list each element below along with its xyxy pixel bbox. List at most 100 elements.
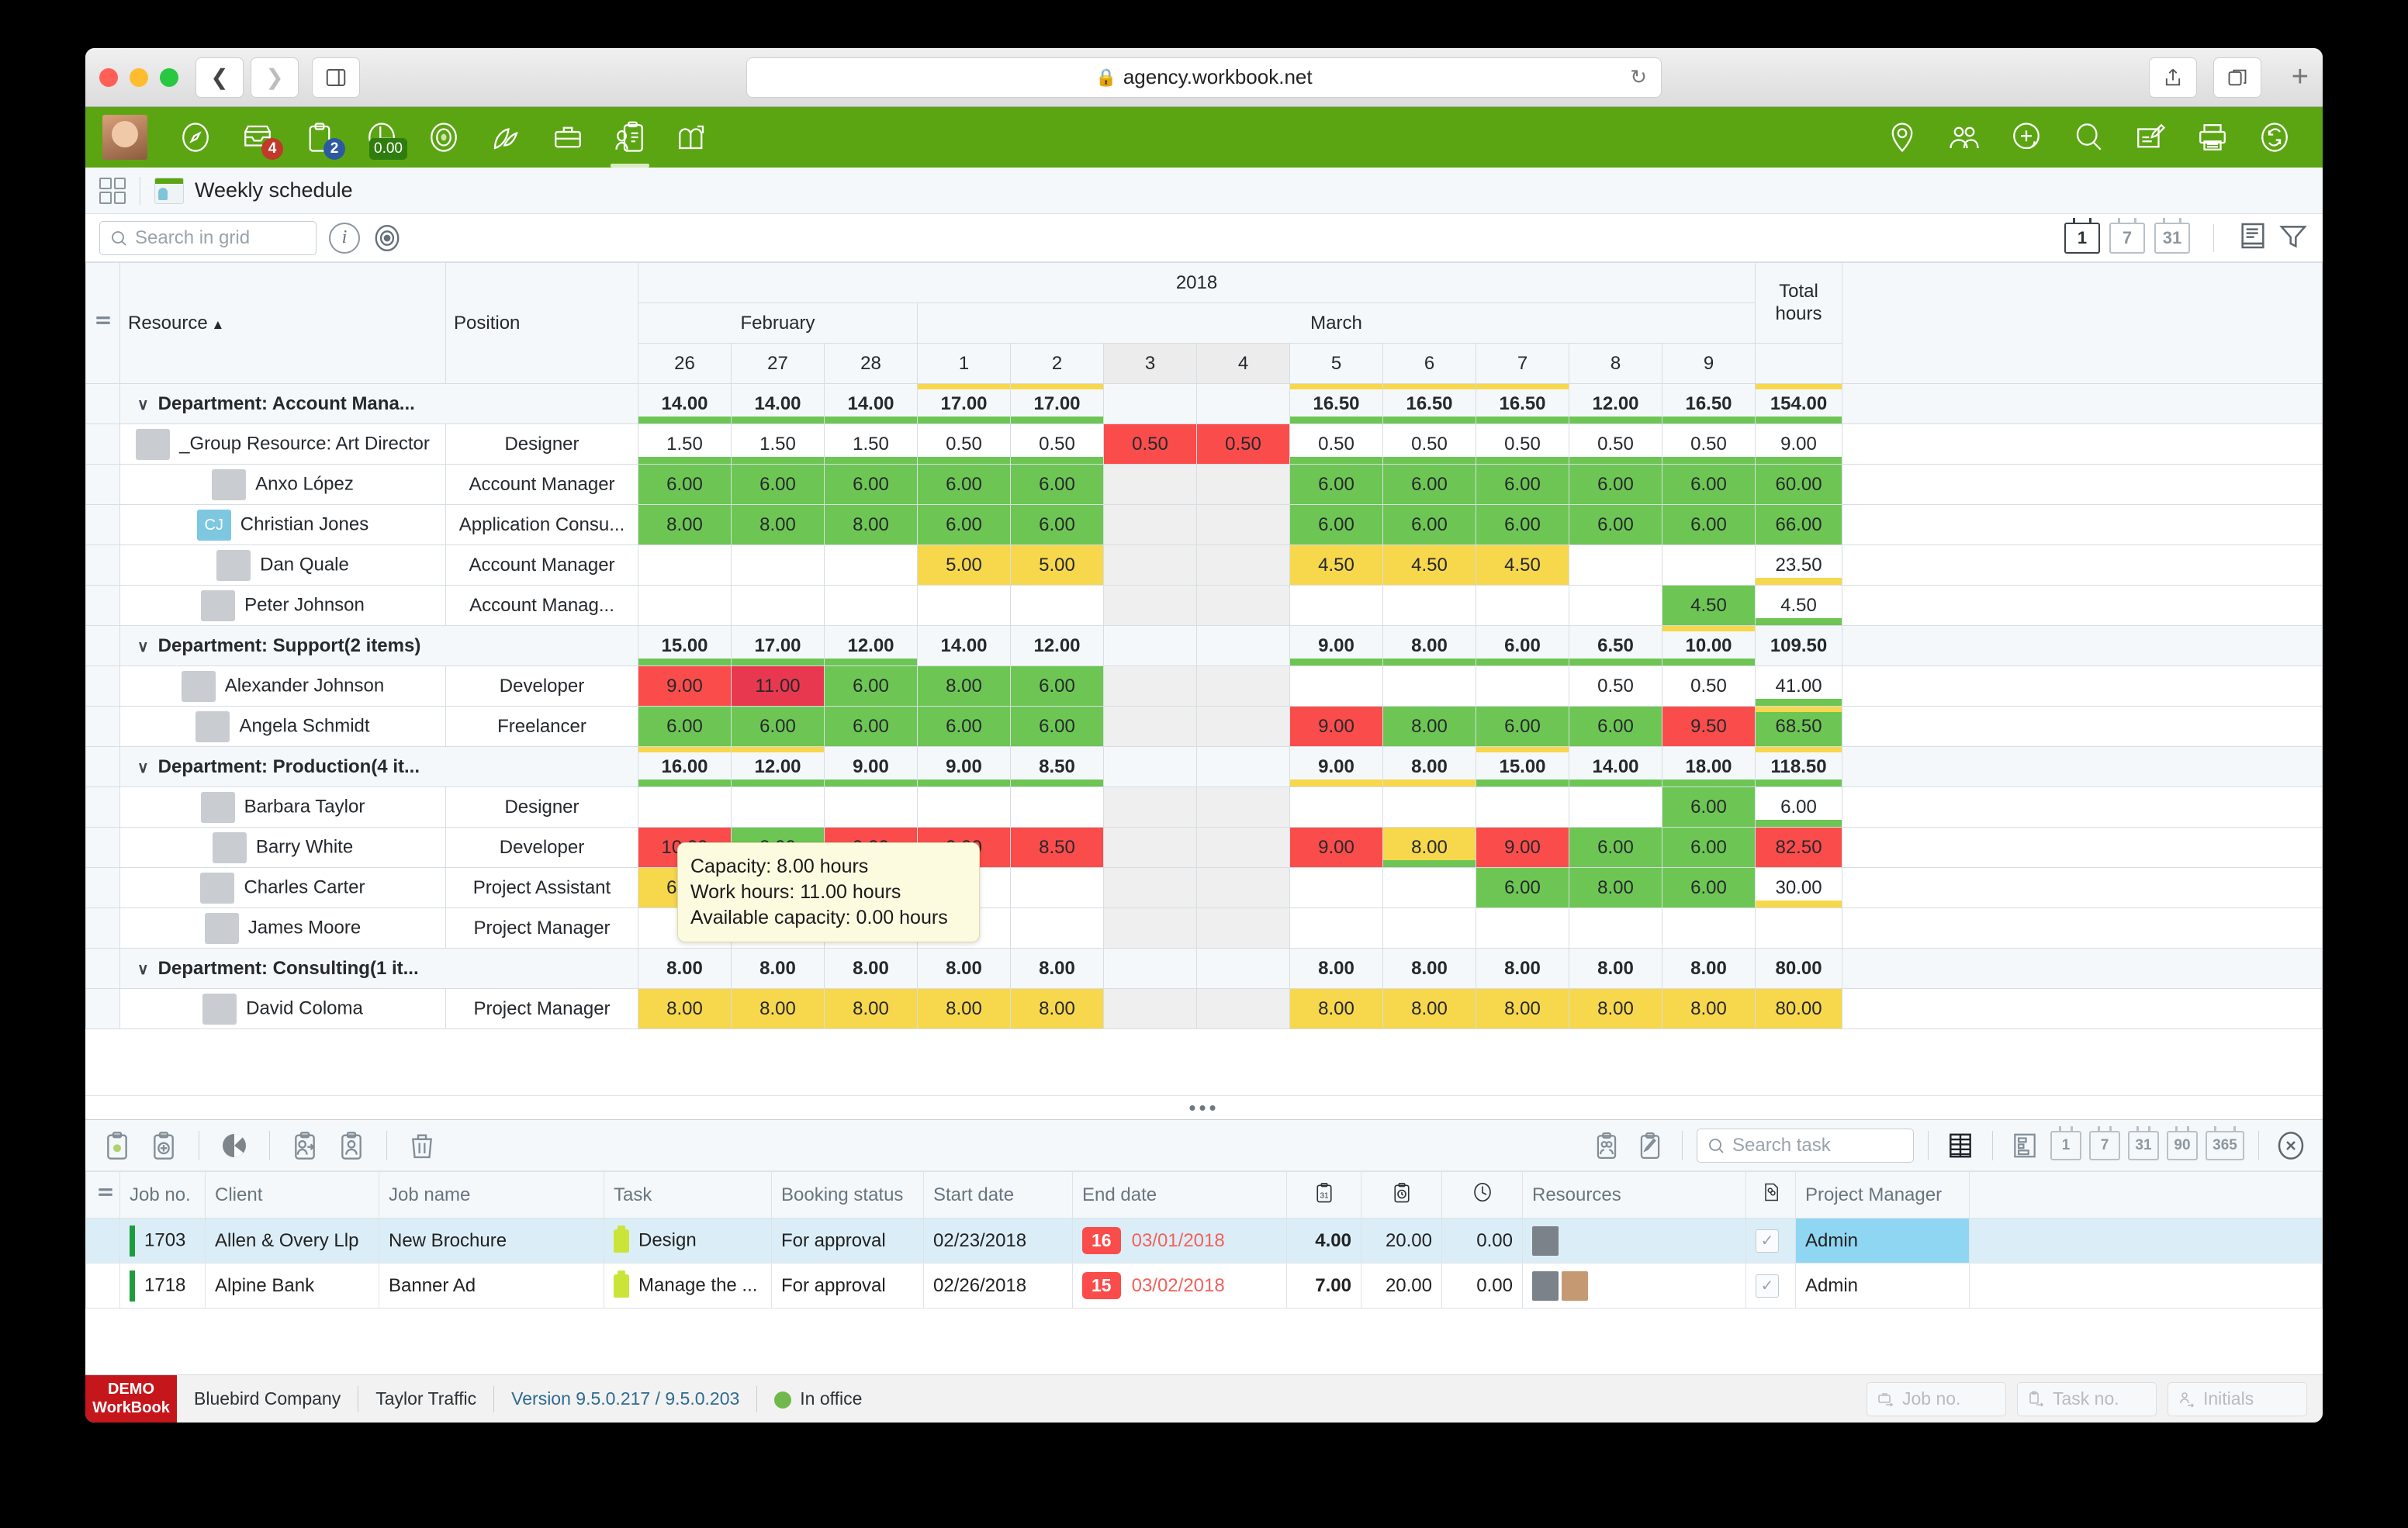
booking-status-cell[interactable]: For approval	[772, 1264, 924, 1308]
client-cell[interactable]: Alpine Bank	[206, 1264, 379, 1308]
schedule-cell[interactable]: 0.50	[1011, 424, 1104, 465]
conflict-check-cell[interactable]: ✓	[1746, 1219, 1796, 1264]
schedule-cell[interactable]: 8.00	[1011, 989, 1104, 1029]
schedule-cell[interactable]: 8.00	[825, 505, 918, 545]
schedule-cell[interactable]: 0.50	[918, 424, 1011, 465]
booked-hours-cell[interactable]: 7.00	[1287, 1264, 1361, 1308]
row-handle[interactable]	[86, 1264, 120, 1308]
view-7-days-button[interactable]: 7	[2109, 223, 2145, 254]
row-handle[interactable]	[86, 868, 120, 908]
task-column-job-no[interactable]: Job no.	[120, 1172, 206, 1219]
schedule-cell[interactable]	[1011, 868, 1104, 908]
schedule-cell[interactable]: 0.50	[1662, 666, 1756, 707]
card-view-icon[interactable]	[2007, 1128, 2043, 1163]
schedule-cell[interactable]: 9.00	[1476, 828, 1569, 868]
avatar[interactable]	[1532, 1271, 1559, 1301]
schedule-cell[interactable]	[1197, 626, 1290, 666]
schedule-cell[interactable]	[1476, 666, 1569, 707]
day-header-1[interactable]: 1	[918, 344, 1011, 384]
status-indicator[interactable]: In office	[757, 1388, 879, 1409]
schedule-cell[interactable]: 6.00	[1011, 707, 1104, 747]
schedule-cell[interactable]	[1197, 908, 1290, 949]
weekly-schedule-grid[interactable]: Resource ▲ Position 2018 Total hours Feb…	[85, 262, 2323, 1095]
schedule-cell[interactable]	[1197, 505, 1290, 545]
schedule-cell[interactable]: 6.00	[1011, 465, 1104, 505]
schedule-cell[interactable]: 17.00	[918, 384, 1011, 424]
resource-name-cell[interactable]: Charles Carter	[120, 868, 446, 908]
book-icon[interactable]	[2237, 220, 2268, 255]
schedule-cell[interactable]: 6.00	[1662, 868, 1756, 908]
column-header-resource[interactable]: Resource ▲	[120, 263, 446, 384]
task-column-job-name[interactable]: Job name	[379, 1172, 604, 1219]
schedule-cell[interactable]	[918, 586, 1011, 626]
schedule-cell[interactable]: 9.50	[1662, 707, 1756, 747]
schedule-cell[interactable]: 0.50	[1290, 424, 1383, 465]
schedule-cell[interactable]: 16.50	[1290, 384, 1383, 424]
schedule-cell[interactable]: 16.50	[1476, 384, 1569, 424]
task-column-booking-status[interactable]: Booking status	[772, 1172, 924, 1219]
schedule-cell[interactable]: 8.00	[1383, 747, 1476, 787]
resource-row[interactable]: Dan QualeAccount Manager5.005.004.504.50…	[86, 545, 2323, 586]
row-handle[interactable]	[86, 707, 120, 747]
range-1-button[interactable]: 1	[2050, 1131, 2081, 1160]
day-header-5[interactable]: 5	[1290, 344, 1383, 384]
position-cell[interactable]: Developer	[446, 666, 638, 707]
position-cell[interactable]: Account Manager	[446, 465, 638, 505]
position-cell[interactable]: Project Assistant	[446, 868, 638, 908]
department-row[interactable]: ∨Department: Production(4 it...16.0012.0…	[86, 747, 2323, 787]
schedule-cell[interactable]: 12.00	[1011, 626, 1104, 666]
table-row[interactable]: 1718Alpine BankBanner AdManage the ...Fo…	[86, 1264, 2323, 1308]
schedule-cell[interactable]	[1662, 545, 1756, 586]
schedule-cell[interactable]: 8.00	[1569, 989, 1662, 1029]
schedule-cell[interactable]: 9.00	[918, 747, 1011, 787]
schedule-cell[interactable]	[1197, 949, 1290, 989]
day-header-28[interactable]: 28	[825, 344, 918, 384]
schedule-cell[interactable]	[1104, 707, 1197, 747]
project-manager-cell[interactable]: Admin	[1796, 1264, 1970, 1308]
row-handle[interactable]	[86, 424, 120, 465]
schedule-cell[interactable]	[1011, 586, 1104, 626]
schedule-cell[interactable]: 6.00	[1662, 787, 1756, 828]
mailbox-icon[interactable]	[668, 113, 716, 161]
maximize-window-button[interactable]	[160, 68, 178, 87]
schedule-cell[interactable]	[1197, 868, 1290, 908]
department-row[interactable]: ∨Department: Account Mana...14.0014.0014…	[86, 384, 2323, 424]
minimize-window-button[interactable]	[130, 68, 148, 87]
end-date-cell[interactable]: 1503/02/2018	[1073, 1264, 1287, 1308]
schedule-cell[interactable]: 0.50	[1383, 424, 1476, 465]
row-handle[interactable]	[86, 545, 120, 586]
assign-resource-icon[interactable]	[287, 1128, 323, 1163]
schedule-cell[interactable]	[1569, 586, 1662, 626]
people-group-icon[interactable]	[1940, 113, 1988, 161]
column-header-position[interactable]: Position	[446, 263, 638, 384]
briefcase-icon[interactable]	[544, 113, 592, 161]
schedule-cell[interactable]: 8.00	[1569, 868, 1662, 908]
leaf-icon[interactable]	[482, 113, 530, 161]
schedule-cell[interactable]: 8.00	[918, 666, 1011, 707]
schedule-cell[interactable]: 6.00	[1290, 505, 1383, 545]
schedule-cell[interactable]: 8.00	[1476, 949, 1569, 989]
resource-name-cell[interactable]: Anxo López	[120, 465, 446, 505]
chevron-down-icon[interactable]: ∨	[137, 637, 149, 656]
day-header-7[interactable]: 7	[1476, 344, 1569, 384]
schedule-cell[interactable]	[1569, 545, 1662, 586]
resource-name-cell[interactable]: James Moore	[120, 908, 446, 949]
resource-row[interactable]: Barbara TaylorDesigner6.006.00	[86, 787, 2323, 828]
schedule-cell[interactable]	[1197, 586, 1290, 626]
planned-hours-cell[interactable]: 20.00	[1361, 1264, 1442, 1308]
calendar-days-icon[interactable]: 31	[1287, 1172, 1361, 1219]
add-back-icon[interactable]	[2002, 113, 2050, 161]
row-handle[interactable]	[86, 505, 120, 545]
schedule-cell[interactable]: 9.00	[638, 666, 732, 707]
schedule-cell[interactable]: 6.00	[825, 666, 918, 707]
range-7-button[interactable]: 7	[2089, 1131, 2120, 1160]
conflict-icon[interactable]	[1746, 1172, 1796, 1219]
schedule-cell[interactable]	[732, 586, 825, 626]
schedule-cell[interactable]	[1104, 666, 1197, 707]
note-edit-icon[interactable]	[2126, 113, 2174, 161]
schedule-cell[interactable]: 6.00	[1476, 626, 1569, 666]
resource-name-cell[interactable]: Angela Schmidt	[120, 707, 446, 747]
range-365-button[interactable]: 365	[2206, 1131, 2244, 1160]
row-handle[interactable]	[86, 1219, 120, 1264]
search-icon[interactable]	[2064, 113, 2112, 161]
